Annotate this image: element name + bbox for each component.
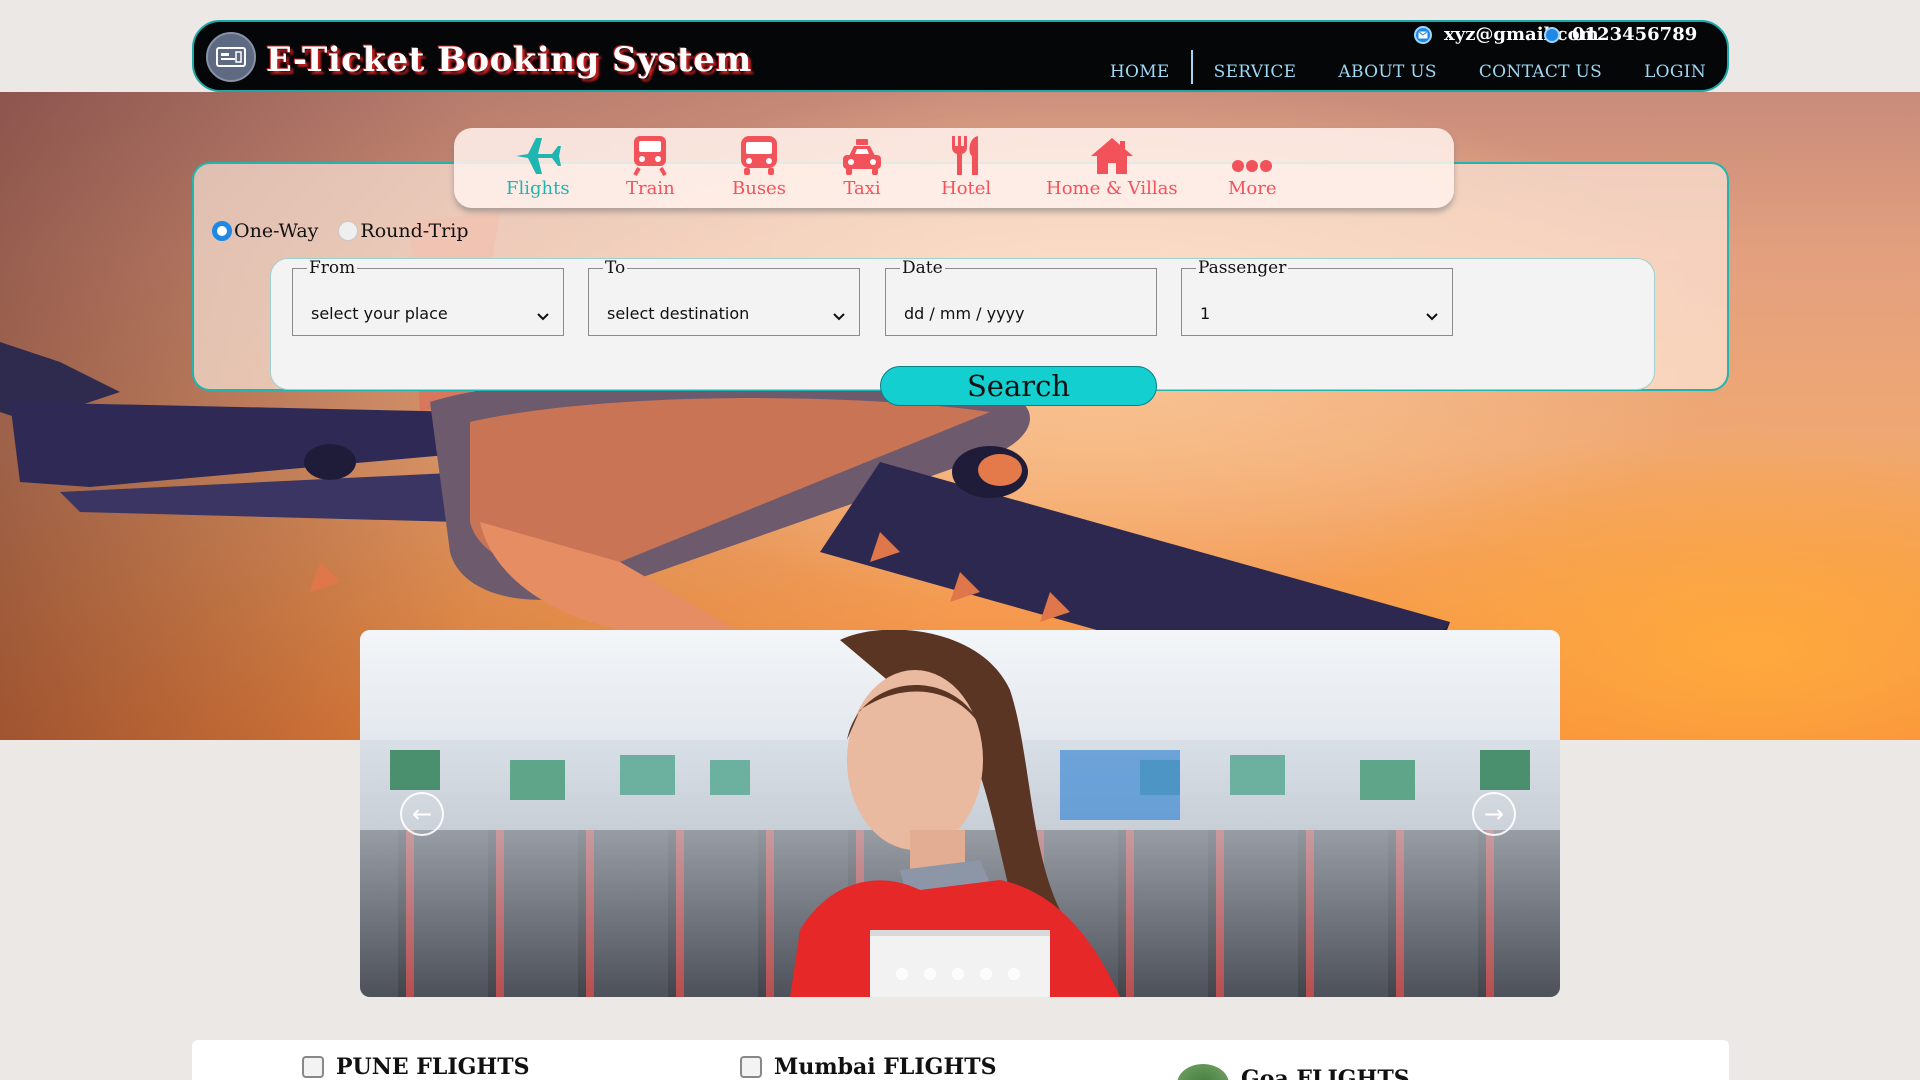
taxi-icon — [841, 132, 883, 176]
from-select[interactable]: From select your place — [292, 258, 564, 336]
carousel-indicators — [896, 968, 1020, 980]
bus-icon — [732, 132, 786, 176]
search-button[interactable]: Search — [880, 366, 1157, 406]
mumbai-flights-card[interactable]: Mumbai FLIGHTS — [740, 1054, 997, 1080]
nav-about-us[interactable]: ABOUT US — [1317, 62, 1457, 82]
train-icon — [626, 132, 675, 176]
flight-thumb-icon — [302, 1056, 324, 1078]
carousel-dot[interactable] — [924, 968, 936, 980]
arrow-right-icon: → — [1483, 800, 1505, 828]
ticket-logo-icon[interactable] — [206, 32, 256, 82]
popular-flights-section: PUNE FLIGHTS Mumbai FLIGHTS Goa FLIGHTS — [192, 1040, 1729, 1080]
site-title: E-Ticket Booking System — [266, 40, 752, 80]
plane-icon — [506, 132, 570, 176]
home-icon — [1046, 132, 1178, 176]
carousel-dot[interactable] — [896, 968, 908, 980]
tab-flights[interactable]: Flights — [506, 132, 570, 199]
nav-contact-us[interactable]: CONTACT US — [1458, 62, 1623, 82]
goa-thumb-icon — [1177, 1064, 1229, 1080]
phone-icon — [1544, 26, 1560, 43]
nav-service[interactable]: SERVICE — [1193, 62, 1318, 82]
carousel-next-button[interactable]: → — [1472, 792, 1516, 836]
carousel-dot[interactable] — [1008, 968, 1020, 980]
tab-taxi[interactable]: Taxi — [841, 132, 883, 199]
chevron-down-icon — [1426, 306, 1438, 325]
goa-flights-card[interactable]: Goa FLIGHTS — [1177, 1054, 1410, 1080]
site-header: E-Ticket Booking System xyz@gmail.com 01… — [192, 20, 1729, 92]
pune-flights-card[interactable]: PUNE FLIGHTS — [302, 1054, 529, 1080]
arrow-left-icon: ← — [411, 800, 433, 828]
tab-home-villas[interactable]: Home & Villas — [1046, 132, 1178, 199]
tab-hotel[interactable]: Hotel — [941, 132, 991, 199]
radio-one-way[interactable]: One-Way — [212, 220, 318, 242]
carousel-dot[interactable] — [952, 968, 964, 980]
date-input[interactable]: Date dd / mm / yyyy — [885, 258, 1157, 336]
nav-login[interactable]: LOGIN — [1623, 62, 1727, 82]
radio-round-trip[interactable]: Round-Trip — [338, 220, 469, 242]
booking-tabs: Flights Train Buses Taxi Hotel Home & Vi… — [454, 128, 1454, 208]
flight-attendant-image — [790, 630, 1120, 997]
tab-train[interactable]: Train — [626, 132, 675, 199]
image-carousel: ← → — [360, 630, 1560, 997]
flight-thumb-icon — [740, 1056, 762, 1078]
carousel-prev-button[interactable]: ← — [400, 792, 444, 836]
radio-checked-indicator[interactable] — [212, 221, 232, 241]
contact-phone[interactable]: 0123456789 — [1544, 24, 1697, 45]
main-nav: HOME SERVICE ABOUT US CONTACT US LOGIN — [1089, 50, 1727, 84]
tab-more[interactable]: More — [1228, 132, 1277, 199]
chevron-down-icon — [537, 306, 549, 325]
tab-buses[interactable]: Buses — [732, 132, 786, 199]
email-icon — [1414, 25, 1432, 44]
more-dots-icon — [1228, 132, 1277, 176]
utensils-icon — [941, 132, 991, 176]
to-select[interactable]: To select destination — [588, 258, 860, 336]
carousel-dot[interactable] — [980, 968, 992, 980]
trip-type-group: One-Way Round-Trip — [212, 220, 489, 242]
nav-home[interactable]: HOME — [1089, 62, 1191, 82]
passenger-select[interactable]: Passenger 1 — [1181, 258, 1453, 336]
chevron-down-icon — [833, 306, 845, 325]
radio-unchecked-indicator[interactable] — [338, 221, 359, 241]
